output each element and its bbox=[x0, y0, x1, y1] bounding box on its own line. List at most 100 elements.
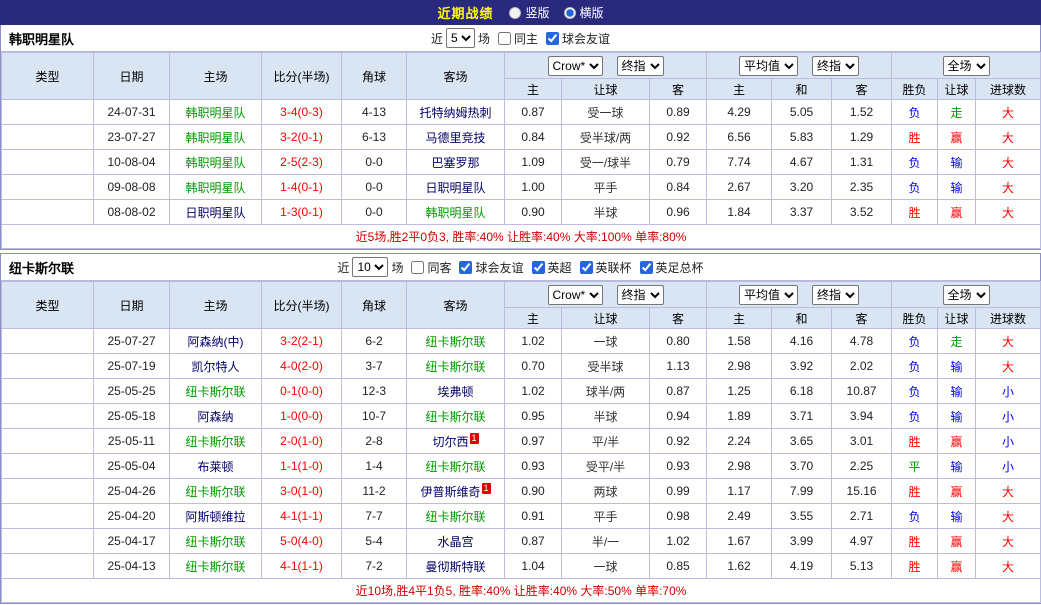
average-stage-select[interactable]: 终指 bbox=[812, 285, 859, 305]
home-odds-cell: 1.02 bbox=[505, 379, 562, 404]
summary-text: 近10场,胜4平1负5, 胜率:40% 让胜率:40% 大率:50% 单率:70… bbox=[2, 579, 1041, 603]
avg-away-cell: 2.35 bbox=[832, 175, 892, 200]
avg-home-cell: 1.67 bbox=[707, 529, 772, 554]
match-count-select[interactable]: 10 bbox=[352, 257, 388, 277]
team-text: 布莱顿 bbox=[197, 460, 233, 474]
avg-home-cell: 1.62 bbox=[707, 554, 772, 579]
average-select[interactable]: 平均值 bbox=[739, 285, 798, 305]
team-link[interactable]: 纽卡斯尔联 bbox=[170, 529, 262, 554]
team-link[interactable]: 日职明星队 bbox=[407, 175, 505, 200]
match-row: 球会友谊23-07-27韩职明星队3-2(0-1)6-13马德里竞技0.84受半… bbox=[2, 125, 1041, 150]
goals-result-cell: 大 bbox=[976, 175, 1041, 200]
team-link[interactable]: 日职明星队 bbox=[170, 200, 262, 225]
match-row: 英超25-04-26纽卡斯尔联3-0(1-0)11-2伊普斯维奇10.90两球0… bbox=[2, 479, 1041, 504]
team-link[interactable]: 曼彻斯特联 bbox=[407, 554, 505, 579]
filter-checkbox-同客[interactable]: 同客 bbox=[406, 259, 451, 276]
filter-checkbox-英超[interactable]: 英超 bbox=[527, 259, 572, 276]
team-link[interactable]: 阿森纳(中) bbox=[170, 329, 262, 354]
team-link[interactable]: 纽卡斯尔联 bbox=[407, 454, 505, 479]
team-link[interactable]: 韩职明星队 bbox=[170, 125, 262, 150]
team-link[interactable]: 韩职明星队 bbox=[170, 175, 262, 200]
sub-column-header: 客 bbox=[832, 308, 892, 329]
handicap-cell: 半/一 bbox=[562, 529, 650, 554]
avg-away-cell: 1.31 bbox=[832, 150, 892, 175]
handicap-cell: 受平/半 bbox=[562, 454, 650, 479]
result-cell: 负 bbox=[892, 379, 938, 404]
team-link[interactable]: 马德里竞技 bbox=[407, 125, 505, 150]
odds-company-select[interactable]: Crow* bbox=[548, 56, 603, 76]
layout-option-vertical[interactable]: 竖版 bbox=[509, 4, 549, 21]
checkbox-input[interactable] bbox=[580, 261, 593, 274]
avg-away-cell: 15.16 bbox=[832, 479, 892, 504]
team-link[interactable]: 韩职明星队 bbox=[170, 150, 262, 175]
home-odds-cell: 0.87 bbox=[505, 529, 562, 554]
team-link[interactable]: 纽卡斯尔联 bbox=[407, 329, 505, 354]
checkbox-input[interactable] bbox=[459, 261, 472, 274]
average-stage-select[interactable]: 终指 bbox=[812, 56, 859, 76]
competition-badge: 英超 bbox=[2, 404, 94, 429]
sub-column-header: 和 bbox=[772, 308, 832, 329]
checkbox-input[interactable] bbox=[640, 261, 653, 274]
team-text: 韩职明星队 bbox=[185, 181, 245, 195]
score-cell: 2-0(1-0) bbox=[262, 429, 342, 454]
team-link[interactable]: 伊普斯维奇1 bbox=[407, 479, 505, 504]
team-link[interactable]: 纽卡斯尔联 bbox=[170, 554, 262, 579]
average-select[interactable]: 平均值 bbox=[739, 56, 798, 76]
odds-company-select[interactable]: Crow* bbox=[548, 285, 603, 305]
match-scope-select[interactable]: 全场 bbox=[943, 285, 990, 305]
team-link[interactable]: 埃弗顿 bbox=[407, 379, 505, 404]
topbar: 近期战绩 竖版横版 bbox=[0, 0, 1041, 25]
avg-home-cell: 6.56 bbox=[707, 125, 772, 150]
avg-away-cell: 10.87 bbox=[832, 379, 892, 404]
match-date: 25-04-17 bbox=[94, 529, 170, 554]
filter-checkbox-英联杯[interactable]: 英联杯 bbox=[575, 259, 632, 276]
avg-home-cell: 1.25 bbox=[707, 379, 772, 404]
odds-stage-select[interactable]: 终指 bbox=[617, 285, 664, 305]
filter-checkbox-球会友谊[interactable]: 球会友谊 bbox=[541, 30, 610, 47]
home-odds-cell: 1.04 bbox=[505, 554, 562, 579]
team-link[interactable]: 布莱顿 bbox=[170, 454, 262, 479]
sub-column-header: 主 bbox=[707, 308, 772, 329]
team-link[interactable]: 切尔西1 bbox=[407, 429, 505, 454]
competition-badge: 球会友谊 bbox=[2, 200, 94, 225]
team-link[interactable]: 纽卡斯尔联 bbox=[407, 354, 505, 379]
checkbox-label: 球会友谊 bbox=[475, 259, 523, 276]
team-link[interactable]: 巴塞罗那 bbox=[407, 150, 505, 175]
filter-checkbox-英足总杯[interactable]: 英足总杯 bbox=[635, 259, 704, 276]
team-link[interactable]: 纽卡斯尔联 bbox=[407, 504, 505, 529]
away-odds-cell: 0.94 bbox=[650, 404, 707, 429]
team-link[interactable]: 纽卡斯尔联 bbox=[170, 479, 262, 504]
checkbox-input[interactable] bbox=[532, 261, 545, 274]
recent-prefix-label: 近 bbox=[337, 259, 349, 276]
team-link[interactable]: 韩职明星队 bbox=[407, 200, 505, 225]
team-text: 日职明星队 bbox=[425, 181, 485, 195]
result-cell: 负 bbox=[892, 504, 938, 529]
team-link[interactable]: 托特纳姆热刺 bbox=[407, 100, 505, 125]
team-link[interactable]: 阿斯顿维拉 bbox=[170, 504, 262, 529]
filter-checkbox-同主[interactable]: 同主 bbox=[493, 30, 538, 47]
team-link[interactable]: 纽卡斯尔联 bbox=[170, 429, 262, 454]
team-link[interactable]: 阿森纳 bbox=[170, 404, 262, 429]
team-link[interactable]: 水晶宫 bbox=[407, 529, 505, 554]
checkbox-input[interactable] bbox=[498, 32, 511, 45]
away-odds-cell: 1.02 bbox=[650, 529, 707, 554]
match-scope-select[interactable]: 全场 bbox=[943, 56, 990, 76]
match-count-select[interactable]: 5 bbox=[446, 28, 475, 48]
filter-checkbox-球会友谊[interactable]: 球会友谊 bbox=[454, 259, 523, 276]
checkbox-input[interactable] bbox=[546, 32, 559, 45]
avg-draw-cell: 5.05 bbox=[772, 100, 832, 125]
layout-option-horizontal[interactable]: 横版 bbox=[564, 4, 604, 21]
competition-badge: 英超 bbox=[2, 504, 94, 529]
odds-stage-select[interactable]: 终指 bbox=[617, 56, 664, 76]
odds-group-header: 全场 bbox=[892, 53, 1041, 79]
layout-radio[interactable] bbox=[564, 7, 576, 19]
goals-result-cell: 大 bbox=[976, 504, 1041, 529]
team-link[interactable]: 韩职明星队 bbox=[170, 100, 262, 125]
away-odds-cell: 0.96 bbox=[650, 200, 707, 225]
layout-radio[interactable] bbox=[509, 7, 521, 19]
team-link[interactable]: 纽卡斯尔联 bbox=[407, 404, 505, 429]
team-link[interactable]: 纽卡斯尔联 bbox=[170, 379, 262, 404]
handicap-result-cell: 走 bbox=[938, 100, 976, 125]
team-link[interactable]: 凯尔特人 bbox=[170, 354, 262, 379]
checkbox-input[interactable] bbox=[411, 261, 424, 274]
